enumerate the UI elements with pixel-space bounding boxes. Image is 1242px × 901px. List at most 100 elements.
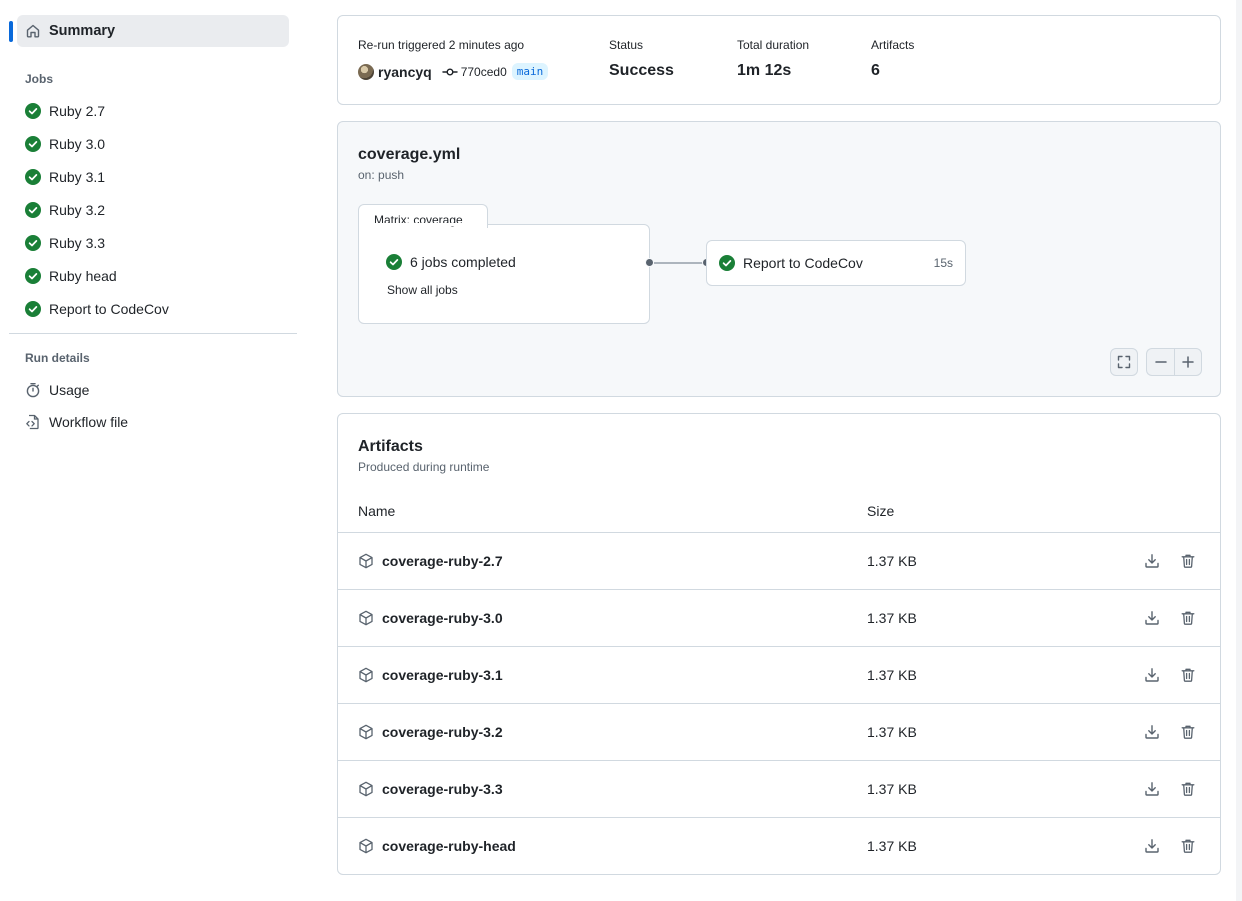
zoom-out-button[interactable] [1146,348,1174,376]
sidebar-item-usage[interactable]: Usage [25,378,89,402]
column-header-size: Size [867,503,895,519]
jobs-heading: Jobs [25,72,54,86]
artifact-size: 1.37 KB [867,553,917,569]
stopwatch-icon [25,382,41,398]
trash-icon[interactable] [1180,610,1196,626]
table-row: coverage-ruby-head 1.37 KB [338,817,1220,874]
check-circle-icon [25,103,41,119]
sidebar-job-ruby-head[interactable]: Ruby head [25,264,117,288]
fullscreen-button[interactable] [1110,348,1138,376]
duration-value: 1m 12s [737,62,792,79]
graph-output-port [645,258,654,267]
artifact-name-link[interactable]: coverage-ruby-3.1 [382,667,503,683]
download-icon[interactable] [1144,838,1160,854]
sidebar-job-ruby-3-1[interactable]: Ruby 3.1 [25,165,105,189]
job-node-report-to-codecov[interactable]: Report to CodeCov 15s [706,240,966,286]
commit-sha[interactable]: 770ced0 [461,65,507,79]
package-icon [358,781,374,797]
status-value: Success [609,62,674,79]
zoom-in-icon [1181,355,1195,369]
package-icon [358,553,374,569]
artifact-name-link[interactable]: coverage-ruby-3.2 [382,724,503,740]
trash-icon[interactable] [1180,724,1196,740]
check-circle-icon [25,268,41,284]
table-row: coverage-ruby-3.0 1.37 KB [338,589,1220,646]
commit-ref: 770ced0 main [442,63,549,80]
sidebar-job-report-to-codecov[interactable]: Report to CodeCov [25,297,169,321]
artifact-name-link[interactable]: coverage-ruby-2.7 [382,553,503,569]
artifacts-table: coverage-ruby-2.7 1.37 KB coverage-ruby-… [338,532,1220,874]
trash-icon[interactable] [1180,667,1196,683]
job-label: Ruby 3.3 [49,235,106,251]
trash-icon[interactable] [1180,781,1196,797]
download-icon[interactable] [1144,667,1160,683]
artifacts-title: Artifacts [358,438,423,455]
workflow-name: coverage.yml [358,146,461,163]
package-icon [358,610,374,626]
package-icon [358,838,374,854]
trash-icon[interactable] [1180,838,1196,854]
table-row: coverage-ruby-3.3 1.37 KB [338,760,1220,817]
show-all-jobs-link[interactable]: Show all jobs [387,283,458,297]
job-node-label: Report to CodeCov [743,255,863,271]
artifact-name-link[interactable]: coverage-ruby-3.3 [382,781,503,797]
download-icon[interactable] [1144,724,1160,740]
status-label: Status [609,38,644,52]
run-summary-card: Re-run triggered 2 minutes ago ryancyq 7… [337,15,1221,105]
branch-badge[interactable]: main [511,63,549,80]
job-label: Ruby 2.7 [49,103,106,119]
artifact-name-link[interactable]: coverage-ruby-head [382,838,516,854]
home-icon [25,23,41,39]
check-circle-icon [719,255,735,271]
active-indicator [9,21,13,42]
sidebar-item-summary[interactable]: Summary [17,15,289,47]
sidebar: Summary Jobs Ruby 2.7 Ruby 3.0 Ruby 3.1 … [0,0,305,901]
sidebar-divider [9,333,297,334]
run-actor: ryancyq 770ced0 main [358,63,549,80]
artifact-name-link[interactable]: coverage-ruby-3.0 [382,610,503,626]
package-icon [358,667,374,683]
workflow-file-label: Workflow file [49,414,129,430]
usage-label: Usage [49,382,90,398]
fullscreen-icon [1116,354,1132,370]
graph-edge [654,262,706,264]
download-icon[interactable] [1144,781,1160,797]
commit-icon [442,64,458,80]
trigger-label: Re-run triggered 2 minutes ago [358,38,525,52]
matrix-job-group [358,224,650,324]
check-circle-icon [25,235,41,251]
job-label: Report to CodeCov [49,301,169,317]
table-row: coverage-ruby-2.7 1.37 KB [338,532,1220,589]
sidebar-item-workflow-file[interactable]: Workflow file [25,410,128,434]
package-icon [358,724,374,740]
matrix-tab-join [359,223,487,226]
table-row: coverage-ruby-3.1 1.37 KB [338,646,1220,703]
artifact-size: 1.37 KB [867,724,917,740]
scrollbar-track[interactable] [1236,0,1242,901]
actor-name[interactable]: ryancyq [378,64,432,80]
workflow-trigger: on: push [358,168,405,182]
trash-icon[interactable] [1180,553,1196,569]
artifact-size: 1.37 KB [867,667,917,683]
artifact-size: 1.37 KB [867,838,917,854]
check-circle-icon [386,254,402,270]
check-circle-icon [25,136,41,152]
job-label: Ruby 3.1 [49,169,106,185]
sidebar-job-ruby-2-7[interactable]: Ruby 2.7 [25,99,105,123]
zoom-in-button[interactable] [1174,348,1202,376]
artifacts-card: Artifacts Produced during runtime Name S… [337,413,1221,875]
matrix-jobs-status[interactable]: 6 jobs completed [386,254,516,270]
workflow-file-icon [25,414,41,430]
sidebar-job-ruby-3-3[interactable]: Ruby 3.3 [25,231,105,255]
job-label: Ruby 3.0 [49,136,106,152]
sidebar-job-ruby-3-0[interactable]: Ruby 3.0 [25,132,105,156]
column-header-name: Name [358,503,396,519]
workflow-graph-card: coverage.yml on: push Matrix: coverage 6… [337,121,1221,397]
avatar[interactable] [358,63,374,80]
check-circle-icon [25,202,41,218]
download-icon[interactable] [1144,610,1160,626]
job-label: Ruby head [49,268,117,284]
download-icon[interactable] [1144,553,1160,569]
artifacts-label: Artifacts [871,38,915,52]
sidebar-job-ruby-3-2[interactable]: Ruby 3.2 [25,198,105,222]
